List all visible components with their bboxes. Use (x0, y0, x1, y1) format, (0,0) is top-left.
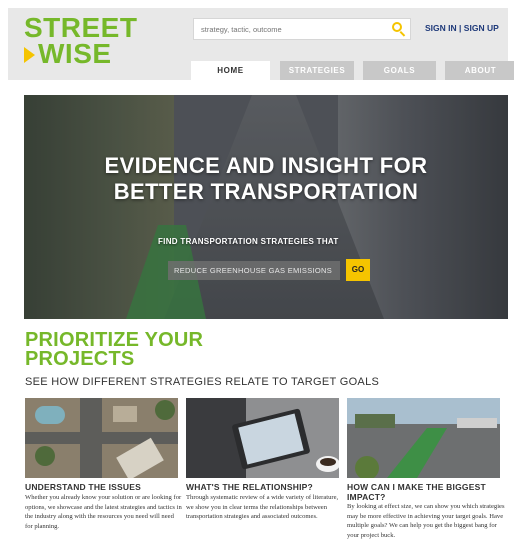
hero-banner: EVIDENCE AND INSIGHT FOR BETTER TRANSPOR… (24, 95, 508, 319)
card-body: Whether you already know your solution o… (25, 494, 182, 530)
sign-in-link[interactable]: SIGN IN (425, 23, 457, 33)
tab-home[interactable]: HOME (191, 61, 270, 80)
streetwise-logo[interactable]: STREET WISE (24, 14, 137, 70)
hero-prompt: FIND TRANSPORTATION STRATEGIES THAT (158, 237, 339, 246)
section-subtitle: SEE HOW DIFFERENT STRATEGIES RELATE TO T… (25, 376, 380, 388)
section-title: PRIORITIZE YOUR PROJECTS (25, 329, 204, 370)
search-box (193, 18, 411, 40)
main-nav: HOME STRATEGIES GOALS ABOUT (191, 61, 514, 80)
go-button[interactable]: GO (346, 259, 370, 281)
search-input[interactable] (194, 19, 384, 39)
card-title[interactable]: WHAT'S THE RELATIONSHIP? (186, 482, 346, 493)
card-image-aerial[interactable] (25, 398, 178, 478)
card-body: Through systematic review of a wide vari… (186, 494, 339, 521)
tab-about[interactable]: ABOUT (445, 61, 514, 80)
card-title[interactable]: HOW CAN I MAKE THE BIGGEST IMPACT? (347, 482, 507, 502)
hero-title: EVIDENCE AND INSIGHT FOR BETTER TRANSPOR… (104, 153, 428, 204)
tab-strategies[interactable]: STRATEGIES (280, 61, 354, 80)
site-header: STREET WISE SIGN IN | SIGN UP HOME STRAT… (8, 8, 514, 80)
logo-text-wise: WISE (38, 38, 112, 69)
auth-separator: | (459, 23, 462, 33)
card-image-street[interactable] (347, 398, 500, 478)
auth-links: SIGN IN | SIGN UP (425, 23, 499, 33)
card-image-tablet[interactable] (186, 398, 339, 478)
tab-goals[interactable]: GOALS (363, 61, 436, 80)
sign-up-link[interactable]: SIGN UP (464, 23, 499, 33)
search-icon[interactable] (391, 21, 407, 37)
card-title[interactable]: UNDERSTAND THE ISSUES (25, 482, 185, 493)
card-body: By looking at effect size, we can show y… (347, 503, 505, 539)
goal-select[interactable]: REDUCE GREENHOUSE GAS EMISSIONS (168, 261, 340, 280)
goal-select-value: REDUCE GREENHOUSE GAS EMISSIONS (174, 266, 333, 275)
